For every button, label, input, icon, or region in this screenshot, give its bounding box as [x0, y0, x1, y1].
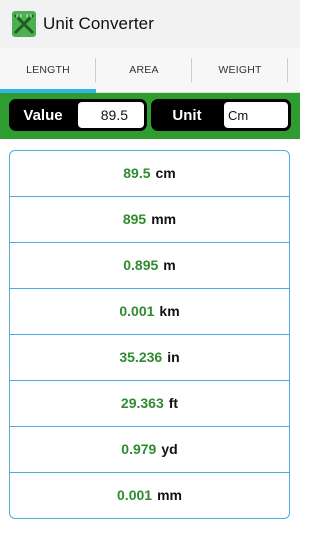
tab-length-label: LENGTH — [26, 64, 70, 76]
result-row-mm-2: 0.001 mm — [10, 471, 289, 518]
app-title: Unit Converter — [43, 14, 154, 33]
unit-group: Unit Cm — [151, 99, 291, 131]
result-value: 89.5 — [123, 165, 151, 182]
result-row-cm: 89.5 cm — [10, 151, 289, 196]
tab-weight[interactable]: WEIGHT — [192, 48, 288, 92]
result-unit: mm — [151, 211, 177, 227]
tab-area-label: AREA — [129, 64, 159, 76]
tab-partial[interactable] — [288, 48, 300, 92]
result-value: 0.895 — [123, 257, 159, 273]
tab-area[interactable]: AREA — [96, 48, 192, 92]
result-row-in: 35.236 in — [10, 333, 289, 380]
action-bar: Unit Converter — [0, 0, 300, 48]
result-value: 0.001 — [117, 487, 153, 503]
result-unit: mm — [157, 487, 182, 503]
result-value: 35.236 — [119, 349, 163, 365]
result-value: 0.979 — [121, 441, 157, 457]
result-unit: yd — [161, 441, 178, 457]
result-unit: ft — [168, 395, 179, 411]
result-unit: cm — [155, 165, 176, 182]
result-row-m: 0.895 m — [10, 241, 289, 288]
value-label: Value — [23, 106, 63, 124]
results-list: 89.5 cm 895 mm 0.895 m 0.001 km 35.236 i… — [9, 150, 290, 519]
value-input[interactable]: 89.5 — [78, 102, 144, 128]
value-group: Value 89.5 — [9, 99, 147, 131]
ruler-app-icon — [11, 9, 37, 39]
result-row-ft: 29.363 ft — [10, 379, 289, 426]
tab-weight-label: WEIGHT — [218, 64, 262, 76]
result-value: 29.363 — [120, 395, 164, 411]
result-unit: km — [159, 303, 180, 319]
unit-label: Unit — [172, 106, 202, 124]
tab-bar: LENGTH AREA WEIGHT — [0, 48, 300, 93]
tab-length[interactable]: LENGTH — [0, 48, 96, 93]
result-row-mm: 895 mm — [10, 195, 289, 242]
result-value: 895 — [122, 211, 147, 227]
result-row-km: 0.001 km — [10, 287, 289, 334]
result-row-yd: 0.979 yd — [10, 425, 289, 472]
result-unit: in — [167, 349, 180, 365]
result-unit: m — [163, 257, 176, 273]
input-bar: Value 89.5 Unit Cm — [0, 93, 300, 139]
result-value: 0.001 — [119, 303, 155, 319]
unit-selector[interactable]: Cm — [224, 102, 288, 128]
